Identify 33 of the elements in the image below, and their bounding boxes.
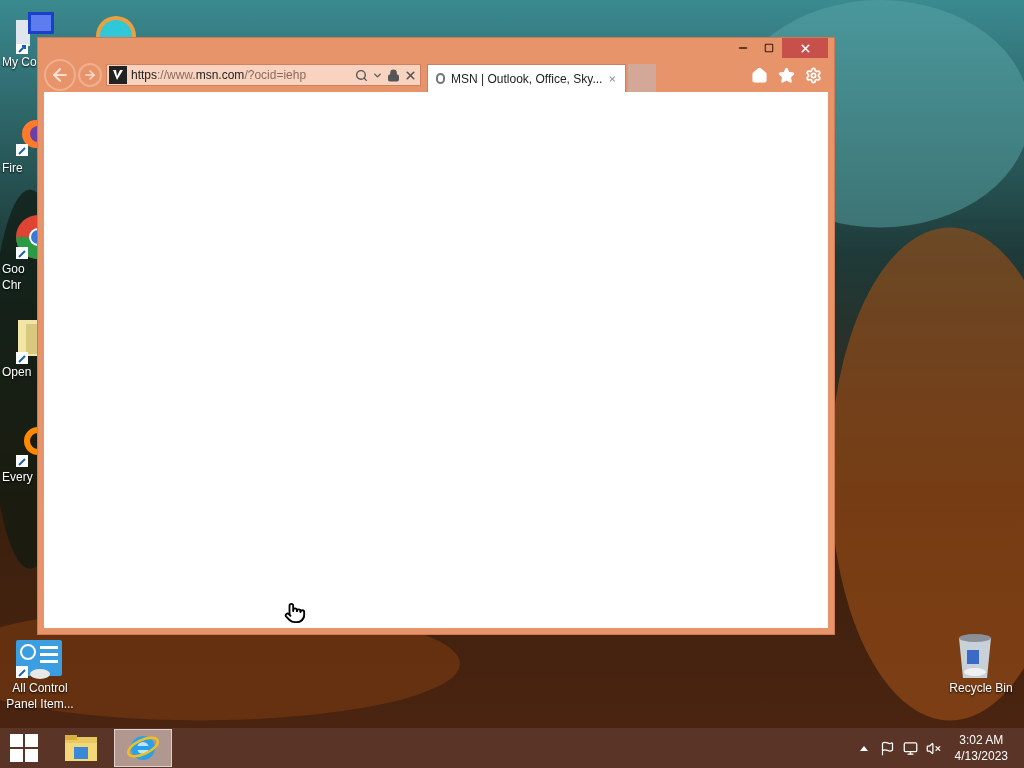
hand-cursor-icon <box>284 602 306 624</box>
browser-tab[interactable]: MSN | Outlook, Office, Sky... <box>427 64 626 92</box>
tab-title: MSN | Outlook, Office, Sky... <box>451 70 603 88</box>
flag-icon[interactable] <box>879 740 895 756</box>
maximize-icon <box>764 43 774 53</box>
icon-label[interactable]: Open <box>2 364 32 380</box>
icon-label[interactable]: Every <box>2 469 33 485</box>
icon-label[interactable]: My Co <box>2 54 37 70</box>
lock-icon <box>387 68 400 82</box>
home-icon[interactable] <box>751 66 768 84</box>
clock[interactable]: 3:02 AM 4/13/2023 <box>954 732 1008 764</box>
close-button[interactable] <box>782 38 828 58</box>
magnifier-icon <box>14 425 38 469</box>
windows-logo-icon <box>10 734 38 762</box>
folder-icon <box>14 318 38 364</box>
stop-icon[interactable] <box>404 68 417 82</box>
show-hidden-icons-icon[interactable] <box>859 745 868 751</box>
icon-label[interactable]: All Control Panel Item... <box>2 680 78 712</box>
forward-arrow-icon <box>83 68 97 82</box>
control-panel-icon <box>14 638 62 680</box>
search-icon[interactable] <box>355 68 368 82</box>
icon-label[interactable]: Recycle Bin <box>943 680 1019 696</box>
icon-label[interactable]: Goo Chr <box>2 261 25 293</box>
site-icon <box>109 66 127 84</box>
settings-icon[interactable] <box>805 66 822 84</box>
favorites-icon[interactable] <box>778 66 795 84</box>
close-icon <box>798 41 812 55</box>
icon-label[interactable]: Fire <box>2 160 23 176</box>
url-text: https://www.msn.com/?ocid=iehp <box>131 67 308 84</box>
address-bar[interactable]: https://www.msn.com/?ocid=iehp <box>106 64 421 86</box>
muted-speaker-icon[interactable] <box>925 740 941 756</box>
network-icon[interactable] <box>902 740 918 756</box>
folder-icon <box>64 733 98 763</box>
